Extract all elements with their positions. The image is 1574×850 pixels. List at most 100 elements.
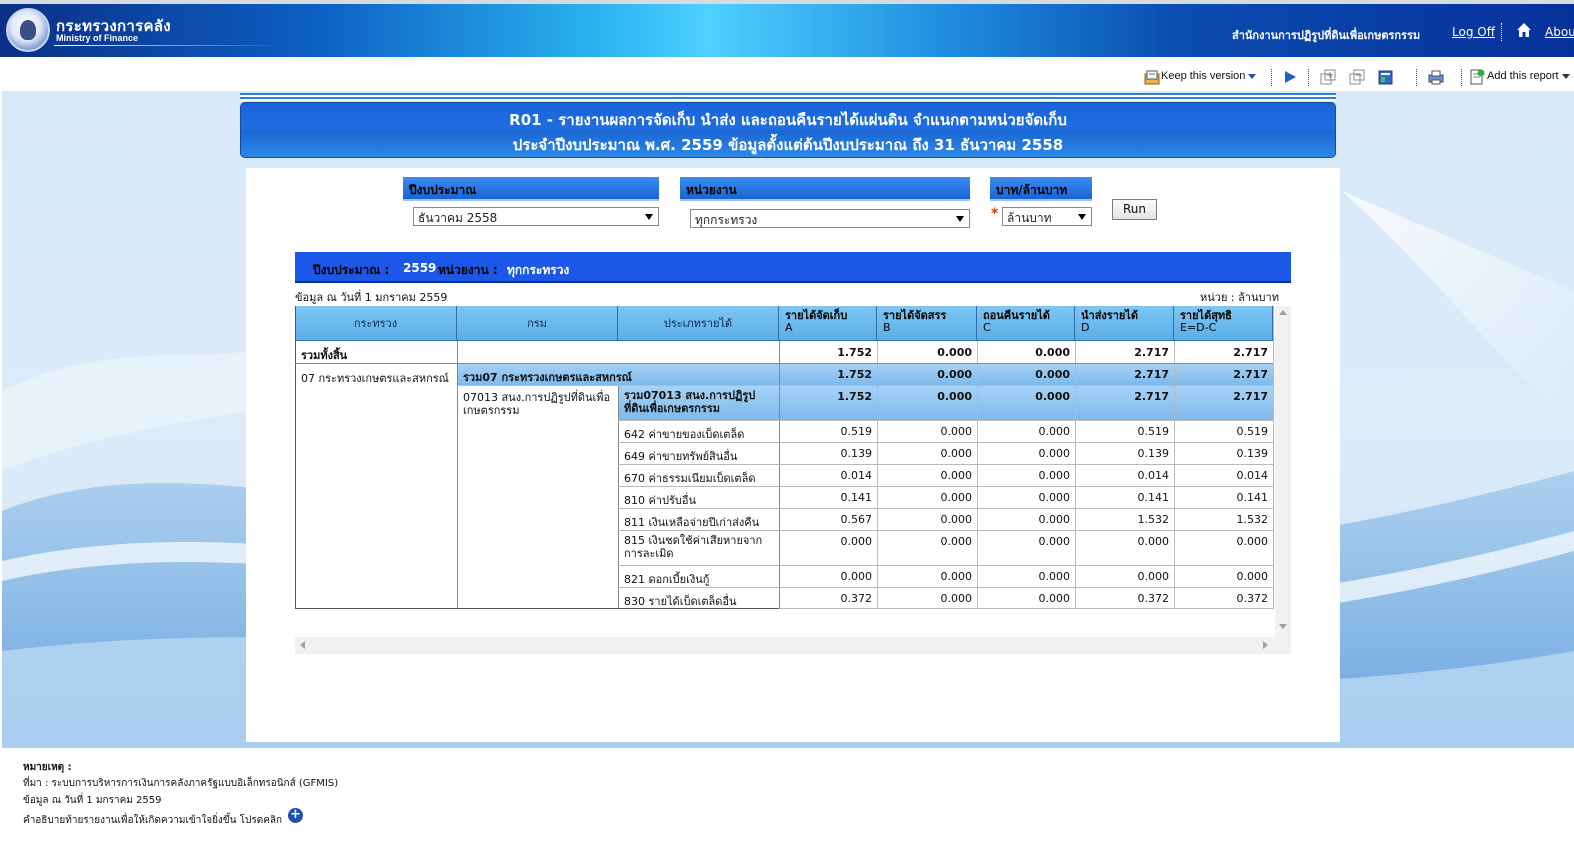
unit-text: หน่วย : ล้านบาท bbox=[1200, 291, 1279, 304]
add-report-button[interactable]: Add this report bbox=[1487, 70, 1570, 82]
home-icon[interactable] bbox=[1516, 22, 1532, 38]
row-refund: 0.000 bbox=[1038, 535, 1071, 548]
year-value: 2559 bbox=[403, 261, 437, 275]
grid-line bbox=[618, 508, 1273, 509]
play-icon[interactable] bbox=[1282, 69, 1298, 85]
ministry-total-net: 2.717 bbox=[1174, 363, 1273, 385]
notes-explain: คำอธิบายท้ายรายงานเพื่อให้เกิดความเข้าใจ… bbox=[23, 815, 283, 826]
row-refund: 0.000 bbox=[1038, 513, 1071, 526]
budget-year-select[interactable]: ธันวาคม 2558 bbox=[413, 207, 659, 226]
scroll-right-icon[interactable] bbox=[1263, 641, 1268, 649]
expand-icon[interactable] bbox=[1320, 69, 1336, 85]
row-collected: 0.519 bbox=[840, 425, 873, 438]
table-vertical-scrollbar[interactable] bbox=[1275, 306, 1291, 637]
budget-year-label: ปีงบประมาณ bbox=[403, 177, 659, 201]
data-as-of: ข้อมูล ณ วันที่ 1 มกราคม 2559 bbox=[295, 291, 448, 304]
grid-line bbox=[1075, 341, 1076, 609]
department-total-collected: 1.752 bbox=[779, 385, 877, 420]
grand-total-collected: 1.752 bbox=[837, 346, 872, 359]
row-allocated: 0.000 bbox=[940, 425, 973, 438]
col-header-allocated-code: B bbox=[883, 321, 891, 334]
col-header-ministry: กระทรวง bbox=[295, 306, 457, 341]
grid-line bbox=[618, 420, 1273, 421]
export-icon[interactable] bbox=[1378, 69, 1394, 85]
grid-line bbox=[779, 608, 1273, 609]
about-link[interactable]: Abou bbox=[1545, 25, 1574, 39]
row-allocated: 0.000 bbox=[940, 570, 973, 583]
grand-total-refund: 0.000 bbox=[1035, 346, 1070, 359]
print-icon[interactable] bbox=[1428, 69, 1444, 85]
row-label: 649 ค่าขายทรัพย์สินอื่น bbox=[624, 450, 738, 463]
grid-line bbox=[457, 385, 1273, 386]
ministry-total-label: รวม07 กระทรวงเกษตรและสหกรณ์ bbox=[457, 363, 779, 385]
required-mark: * bbox=[991, 206, 999, 222]
grid-line bbox=[1273, 306, 1274, 609]
row-collected: 0.139 bbox=[840, 447, 873, 460]
agency-name: สำนักงานการปฏิรูปที่ดินเพื่อเกษตรกรรม bbox=[1232, 29, 1421, 42]
header-separator bbox=[1501, 23, 1502, 41]
col-header-refund-code: C bbox=[983, 321, 991, 334]
row-remitted: 0.000 bbox=[1137, 535, 1170, 548]
row-refund: 0.000 bbox=[1038, 447, 1071, 460]
row-label: 642 ค่าขายของเบ็ดเตล็ด bbox=[624, 428, 745, 441]
unit-select[interactable]: ล้านบาท bbox=[1002, 207, 1092, 226]
col-header-department: กรม bbox=[457, 306, 618, 341]
row-net: 0.372 bbox=[1236, 592, 1269, 605]
toolbar-separator bbox=[1271, 69, 1272, 86]
table-horizontal-scrollbar[interactable] bbox=[295, 637, 1275, 654]
department-name: 07013 สนง.การปฏิรูปที่ดินเพื่อเกษตรกรรม bbox=[463, 391, 611, 417]
col-header-refund: ถอนคืนรายได้ C bbox=[977, 306, 1075, 341]
title-decoration bbox=[240, 93, 1336, 101]
col-header-collected-code: A bbox=[785, 321, 793, 334]
chevron-down-icon bbox=[1078, 214, 1086, 220]
grid-line bbox=[779, 341, 780, 609]
ministry-total-remitted: 2.717 bbox=[1075, 363, 1174, 385]
row-refund: 0.000 bbox=[1038, 469, 1071, 482]
row-remitted: 0.372 bbox=[1137, 592, 1170, 605]
agency-summary-label: หน่วยงาน : bbox=[438, 263, 498, 277]
page: กระทรวงการคลัง Ministry of Finance สำนัก… bbox=[0, 0, 1574, 850]
toolbar-separator bbox=[1461, 69, 1462, 86]
row-net: 0.139 bbox=[1236, 447, 1269, 460]
org-underline bbox=[54, 45, 284, 46]
grid-line bbox=[457, 341, 458, 609]
row-allocated: 0.000 bbox=[940, 447, 973, 460]
department-total-label: รวม07013 สนง.การปฏิรูปที่ดินเพื่อเกษตรกร… bbox=[618, 385, 779, 420]
keep-version-button[interactable]: Keep this version bbox=[1161, 70, 1257, 82]
notes-source: ที่มา : ระบบการบริหารการเงินการคลังภาครั… bbox=[23, 778, 339, 789]
grid-line bbox=[618, 565, 1273, 566]
col-header-remitted-label: นำส่งรายได้ bbox=[1081, 309, 1138, 322]
scroll-left-icon[interactable] bbox=[300, 641, 305, 649]
row-net: 0.014 bbox=[1236, 469, 1269, 482]
notes-as-of: ข้อมูล ณ วันที่ 1 มกราคม 2559 bbox=[23, 795, 162, 806]
table-body: กระทรวง กรม ประเภทรายได้ รายได้จัดเก็บ A… bbox=[295, 306, 1275, 637]
row-label: 815 เงินชดใช้ค่าเสียหายจากการละเมิด bbox=[624, 534, 763, 560]
grand-total-label: รวมทั้งสิ้น bbox=[301, 349, 348, 362]
grid-line bbox=[295, 306, 296, 609]
logoff-link[interactable]: Log Off bbox=[1452, 25, 1495, 39]
add-report-icon bbox=[1470, 69, 1485, 85]
scroll-up-icon[interactable] bbox=[1279, 310, 1287, 315]
grid-line bbox=[977, 341, 978, 609]
row-allocated: 0.000 bbox=[940, 513, 973, 526]
row-net: 0.000 bbox=[1236, 570, 1269, 583]
department-total-refund: 0.000 bbox=[977, 385, 1075, 420]
plus-icon[interactable]: + bbox=[288, 808, 303, 823]
grid-line bbox=[618, 442, 1273, 443]
row-net: 0.141 bbox=[1236, 491, 1269, 504]
collapse-icon[interactable] bbox=[1349, 69, 1365, 85]
run-button[interactable]: Run bbox=[1112, 199, 1157, 220]
row-allocated: 0.000 bbox=[940, 491, 973, 504]
col-header-remitted-code: D bbox=[1081, 321, 1090, 334]
row-collected: 0.567 bbox=[840, 513, 873, 526]
agency-select[interactable]: ทุกกระทรวง bbox=[690, 209, 970, 228]
row-label: 821 ดอกเบี้ยเงินกู้ bbox=[624, 573, 710, 586]
ministry-logo-icon bbox=[6, 8, 50, 52]
chevron-down-icon bbox=[1561, 73, 1570, 79]
grid-line bbox=[618, 530, 1273, 531]
department-total-net: 2.717 bbox=[1174, 385, 1273, 420]
toolbar-separator bbox=[1416, 69, 1417, 86]
report-table: กระทรวง กรม ประเภทรายได้ รายได้จัดเก็บ A… bbox=[295, 306, 1291, 654]
report-title: R01 - รายงานผลการจัดเก็บ นำส่ง และถอนคืน… bbox=[509, 111, 1067, 129]
scroll-down-icon[interactable] bbox=[1279, 624, 1287, 629]
